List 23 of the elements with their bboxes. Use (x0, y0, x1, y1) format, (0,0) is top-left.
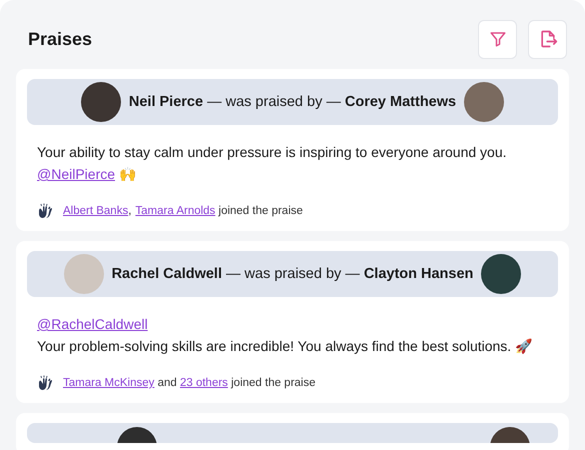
avatar (481, 254, 522, 294)
message-text: @NeilPierce 🙌 (37, 165, 137, 184)
user-link[interactable]: Albert Banks (63, 203, 128, 219)
message-text: Your ability to stay calm under pressure is inspiring to everyone around you. (37, 143, 508, 162)
filter-button[interactable] (478, 20, 517, 58)
clapping-hands-icon (37, 203, 53, 219)
page-title: Praises (28, 28, 92, 50)
joined-text: Tamara McKinsey and 23 others joined the praise (63, 375, 316, 391)
avatar (80, 82, 121, 122)
joined-text: Albert Banks, Tamara Arnolds joined the praise (63, 203, 303, 219)
filter-icon (488, 30, 506, 48)
mention-link[interactable]: @NeilPierce (37, 166, 116, 182)
user-link[interactable]: Tamara Arnolds (135, 203, 216, 219)
praise-heading: Neil Pierce — was praised by — Corey Matthews (128, 94, 456, 110)
praise-heading: Rachel Caldwell — was praised by — Clayton Hansen (112, 266, 474, 282)
user-link[interactable]: Tamara McKinsey (63, 375, 154, 391)
export-button[interactable] (528, 20, 567, 58)
avatar (464, 82, 504, 122)
message-text: Your problem-solving skills are incredible! You always find the best solutions. 🚀 (37, 337, 534, 356)
avatar (64, 254, 104, 294)
clapping-hands-icon (37, 375, 53, 391)
mention-link[interactable]: @RachelCaldwell (37, 316, 148, 332)
user-link[interactable]: 23 others (180, 375, 228, 391)
